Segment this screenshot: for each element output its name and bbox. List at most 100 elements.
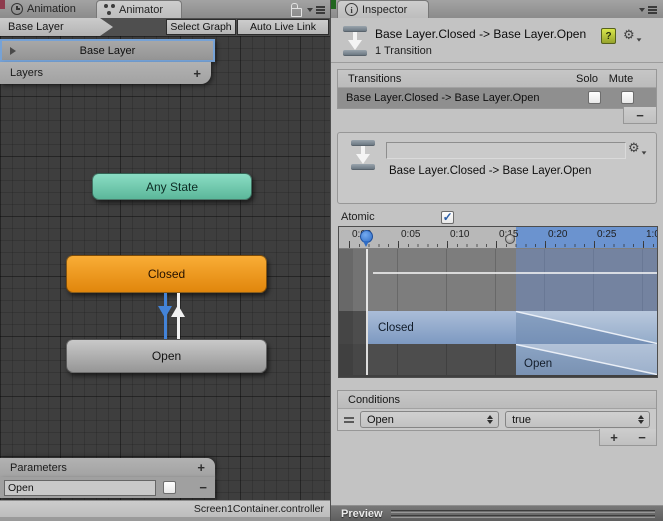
remove-condition-button[interactable]: −	[638, 431, 646, 444]
layers-panel-header: Layers +	[0, 62, 211, 84]
parameter-value-checkbox[interactable]	[163, 481, 176, 494]
state-node-closed[interactable]: Closed	[66, 255, 267, 293]
help-icon[interactable]: ?	[601, 28, 616, 44]
playhead-line	[366, 249, 368, 375]
ruler-tick-label: 1:00	[646, 229, 657, 240]
select-graph-button[interactable]: Select Graph	[166, 19, 236, 35]
breadcrumb-label: Base Layer	[8, 21, 64, 33]
caret-down-icon	[636, 38, 642, 42]
breadcrumb[interactable]: Base Layer	[0, 18, 113, 36]
closed-track-background	[339, 311, 368, 344]
preview-drag-grip	[390, 509, 655, 518]
inspector-tabbar: i Inspector	[291, 0, 663, 19]
transition-row-label: Base Layer.Closed -> Base Layer.Open	[346, 92, 540, 104]
menu-icon	[316, 6, 325, 14]
transition-icon	[343, 26, 367, 56]
transition-title: Base Layer.Closed -> Base Layer.Open	[375, 27, 587, 41]
timeline-bottom-edge	[339, 375, 657, 377]
add-layer-button[interactable]: +	[193, 67, 201, 80]
caret-down-icon	[307, 7, 313, 12]
clock-icon	[11, 3, 23, 15]
transition-detail-box: ⚙ Base Layer.Closed -> Base Layer.Open	[337, 132, 657, 204]
drag-handle-icon[interactable]	[344, 416, 354, 423]
tab-animator[interactable]: Animator	[96, 0, 182, 18]
window-edge	[0, 517, 330, 521]
transition-list-row[interactable]: Base Layer.Closed -> Base Layer.Open	[338, 88, 656, 108]
transition-settings-menu[interactable]: ⚙	[628, 142, 647, 155]
condition-value: true	[512, 413, 532, 426]
parameters-panel-header: Parameters +	[0, 458, 215, 477]
play-triangle-icon	[10, 47, 16, 55]
animator-pane: Animation Animator Base Layer Select Gra…	[0, 0, 330, 521]
dock-indicator-green	[331, 0, 336, 9]
atomic-checkbox[interactable]	[440, 210, 454, 224]
transitions-section: Transitions Solo Mute Base Layer.Closed …	[337, 69, 657, 109]
clip-closed-fade-out[interactable]	[515, 310, 657, 345]
parameter-row: −	[0, 477, 215, 498]
node-label: Any State	[145, 179, 199, 194]
tab-animation[interactable]: Animation	[4, 0, 83, 18]
remove-parameter-button[interactable]: −	[199, 481, 207, 494]
settings-menu[interactable]: ⚙	[623, 29, 642, 42]
timeline-ruler[interactable]: 0:00 0:05 0:10 0:15 0:20 0:25 1:00	[339, 227, 657, 249]
ruler-tick-label: 0:20	[548, 229, 568, 240]
solo-checkbox[interactable]	[588, 91, 601, 104]
caret-down-icon	[639, 7, 645, 12]
auto-live-link-button[interactable]: Auto Live Link	[237, 19, 329, 35]
transition-detail-label: Base Layer.Closed -> Base Layer.Open	[389, 165, 592, 177]
conditions-header: Conditions	[338, 391, 656, 409]
parameter-name-field[interactable]	[4, 479, 156, 496]
state-machine-graph[interactable]: Base Layer Layers + Any State Closed Ope…	[0, 36, 330, 500]
lock-icon[interactable]	[291, 3, 302, 17]
animator-pane-menu[interactable]	[307, 6, 325, 14]
dropdown-arrows-icon	[487, 415, 494, 424]
inspector-pane-menu[interactable]	[639, 6, 657, 14]
blend-curve-line	[373, 272, 657, 274]
transition-region-overlay	[516, 249, 657, 311]
preview-bar[interactable]: Preview	[331, 505, 663, 521]
animator-toolbar: Base Layer Select Graph Auto Live Link	[0, 18, 330, 36]
tab-inspector[interactable]: i Inspector	[337, 0, 429, 18]
mute-checkbox[interactable]	[621, 91, 634, 104]
add-condition-button[interactable]: +	[610, 431, 618, 444]
clip-bar-open[interactable]: Open	[515, 343, 657, 376]
playhead-tip	[363, 241, 369, 247]
transition-icon	[351, 140, 375, 170]
inspector-header: Base Layer.Closed -> Base Layer.Open 1 T…	[331, 18, 663, 63]
state-machine-icon	[104, 4, 115, 15]
state-node-any-state[interactable]: Any State	[92, 173, 252, 200]
atomic-row: Atomic	[341, 209, 657, 225]
condition-parameter-value: Open	[367, 413, 394, 426]
transition-start-marker[interactable]	[505, 234, 515, 244]
dropdown-arrows-icon	[638, 415, 644, 424]
add-parameter-button[interactable]: +	[197, 461, 205, 474]
conditions-section: Conditions Open true	[337, 390, 657, 431]
state-node-open[interactable]: Open	[66, 339, 267, 373]
transition-arrowhead-up	[171, 305, 185, 317]
tab-animation-label: Animation	[27, 3, 76, 15]
condition-value-dropdown[interactable]: true	[505, 411, 650, 428]
tab-animator-label: Animator	[119, 3, 164, 16]
clip-bar-closed[interactable]: Closed	[368, 311, 516, 344]
info-icon: i	[345, 3, 358, 16]
fade-out-wedge	[515, 310, 657, 345]
caret-down-icon	[641, 151, 647, 155]
unity-editor-window: Animation Animator Base Layer Select Gra…	[0, 0, 663, 521]
inspector-pane: i Inspector Base Layer.Closed -> Base La…	[291, 0, 663, 521]
gear-icon: ⚙	[623, 28, 635, 43]
minus-icon: −	[636, 107, 644, 123]
timeline-body[interactable]: Closed Open	[339, 249, 657, 377]
controller-path-label: Screen1Container.controller	[193, 503, 324, 515]
layer-item-base-layer[interactable]: Base Layer	[0, 39, 215, 62]
transition-arrowhead-down	[158, 306, 172, 318]
controller-status-bar: Screen1Container.controller	[0, 500, 330, 517]
gear-icon: ⚙	[628, 141, 640, 156]
select-graph-label: Select Graph	[170, 21, 232, 33]
transition-name-field[interactable]	[386, 142, 626, 159]
auto-live-link-label: Auto Live Link	[250, 21, 316, 33]
preview-label: Preview	[341, 507, 383, 520]
transition-timeline: 0:00 0:05 0:10 0:15 0:20 0:25 1:00	[338, 226, 658, 378]
condition-parameter-dropdown[interactable]: Open	[360, 411, 500, 428]
transition-count: 1 Transition	[375, 45, 432, 57]
remove-transition-button[interactable]: −	[623, 107, 657, 124]
